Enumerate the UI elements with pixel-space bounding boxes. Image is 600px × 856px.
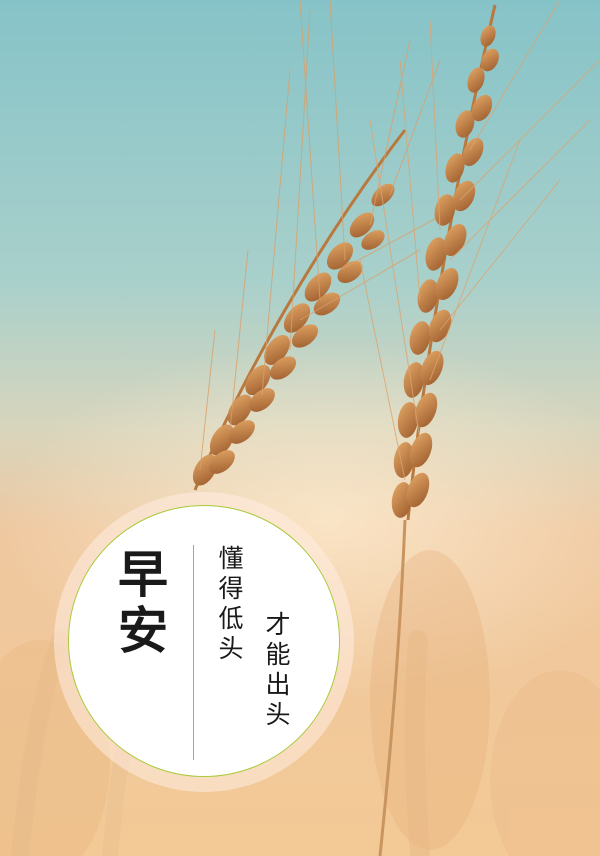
greeting-badge	[68, 505, 340, 777]
badge-divider-line	[193, 545, 194, 760]
greeting-title: 早安	[110, 548, 168, 660]
greeting-line-1: 懂得低头	[215, 545, 244, 665]
greeting-line-2: 才能出头	[262, 611, 291, 731]
